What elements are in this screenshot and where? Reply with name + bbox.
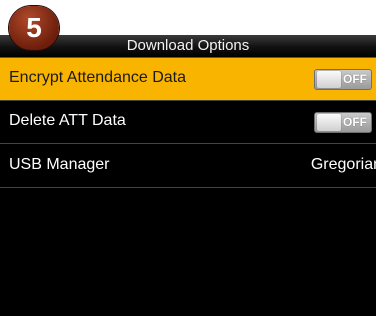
menu-item-label: Encrypt Attendance Data — [9, 69, 186, 86]
toggle-knob — [317, 114, 341, 131]
toggle-knob — [317, 71, 341, 88]
menu-item-encrypt-attendance-data[interactable]: Encrypt Attendance Data OFF — [0, 58, 376, 101]
toggle-state-label: OFF — [343, 115, 367, 129]
menu-item-usb-manager[interactable]: USB Manager Gregorian — [0, 145, 376, 188]
encrypt-attendance-toggle[interactable]: OFF — [314, 69, 372, 90]
menu-item-label: USB Manager — [9, 156, 110, 173]
step-number-badge: 5 — [9, 6, 59, 50]
menu-item-delete-att-data[interactable]: Delete ATT Data OFF — [0, 101, 376, 144]
page-title: Download Options — [126, 37, 250, 54]
toggle-state-label: OFF — [343, 72, 367, 86]
device-screen: Download Options Encrypt Attendance Data… — [0, 0, 376, 316]
menu-item-label: Delete ATT Data — [9, 112, 126, 129]
title-bar: Download Options — [0, 35, 376, 58]
menu-item-value: Gregorian — [310, 156, 376, 173]
delete-att-data-toggle[interactable]: OFF — [314, 112, 372, 133]
